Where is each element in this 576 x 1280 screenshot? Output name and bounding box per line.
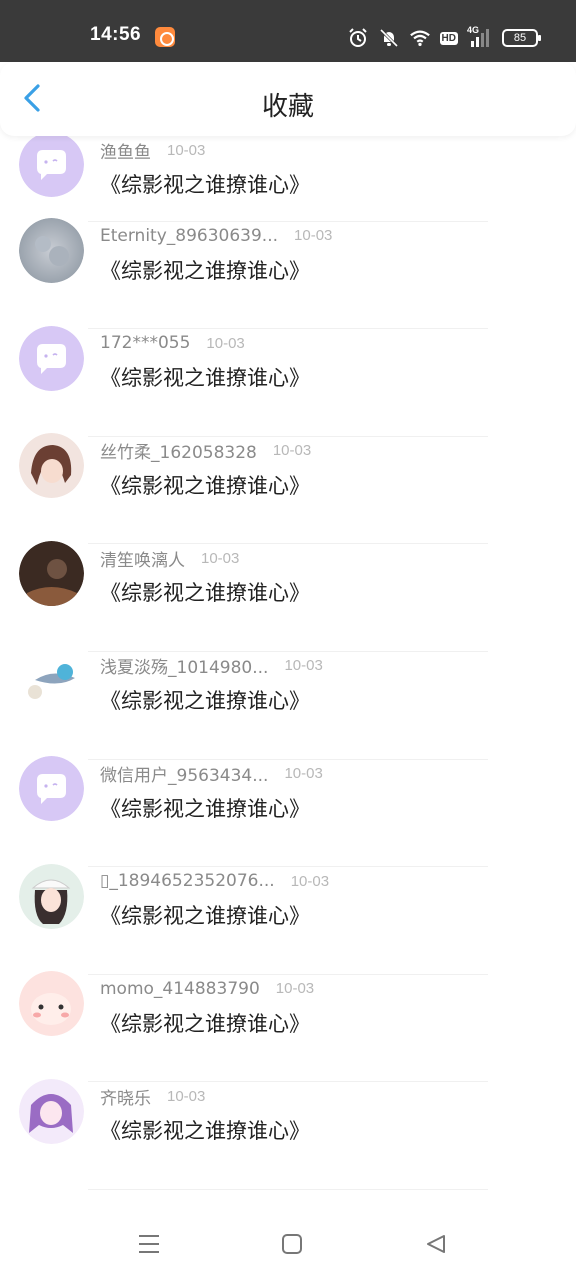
- user-avatar[interactable]: [19, 648, 84, 714]
- network-type-label: 4G: [467, 25, 480, 35]
- row-divider: [88, 1188, 488, 1190]
- item-meta: 浅夏淡殇_1014980... 10-03: [100, 653, 323, 679]
- user-avatar[interactable]: [19, 540, 84, 606]
- user-avatar[interactable]: [19, 971, 84, 1037]
- item-meta: 172***055 10-03: [100, 330, 245, 356]
- signal-4g-icon: 4G: [467, 25, 493, 49]
- username[interactable]: ▯_1894652352076...: [100, 871, 275, 891]
- favorite-list-item[interactable]: 丝竹柔_162058328 10-03 《综影视之谁撩谁心》: [0, 433, 576, 545]
- username[interactable]: 渔鱼鱼: [100, 138, 151, 163]
- item-meta: momo_414883790 10-03: [100, 976, 314, 1002]
- favorite-list-item[interactable]: 清笙唤漓人 10-03 《综影视之谁撩谁心》: [0, 540, 576, 652]
- favorite-title[interactable]: 《综影视之谁撩谁心》: [100, 900, 310, 930]
- user-avatar[interactable]: [19, 1078, 84, 1144]
- favorite-list-item[interactable]: 浅夏淡殇_1014980... 10-03 《综影视之谁撩谁心》: [0, 648, 576, 760]
- favorite-list-item[interactable]: Eternity_89630639... 10-03 《综影视之谁撩谁心》: [0, 218, 576, 330]
- user-avatar[interactable]: [19, 433, 84, 499]
- item-date: 10-03: [275, 980, 315, 998]
- item-meta: Eternity_89630639... 10-03: [100, 223, 332, 249]
- item-date: 10-03: [272, 442, 312, 460]
- item-meta: ▯_1894652352076... 10-03: [100, 868, 329, 894]
- item-date: 10-03: [167, 141, 206, 159]
- item-date: 10-03: [290, 872, 330, 890]
- default-chat-avatar-icon[interactable]: [19, 136, 84, 197]
- home-button[interactable]: [276, 1228, 308, 1260]
- item-date: 10-03: [284, 765, 323, 783]
- favorite-list-item[interactable]: momo_414883790 10-03 《综影视之谁撩谁心》: [0, 971, 576, 1083]
- favorite-title[interactable]: 《综影视之谁撩谁心》: [100, 793, 310, 823]
- app-notification-icon: [155, 27, 175, 47]
- favorite-title[interactable]: 《综影视之谁撩谁心》: [100, 362, 310, 392]
- back-triangle-icon: [427, 1235, 445, 1253]
- item-meta: 清笙唤漓人 10-03: [100, 545, 239, 571]
- favorite-title[interactable]: 《综影视之谁撩谁心》: [100, 470, 310, 500]
- favorite-list-item[interactable]: 172***055 10-03 《综影视之谁撩谁心》: [0, 325, 576, 437]
- favorite-title[interactable]: 《综影视之谁撩谁心》: [100, 255, 310, 285]
- favorite-title[interactable]: 《综影视之谁撩谁心》: [100, 577, 310, 607]
- system-nav-bar: [0, 1208, 576, 1280]
- status-icons: HD 4G 85: [347, 25, 541, 50]
- favorite-list-item[interactable]: 齐晓乐 10-03 《综影视之谁撩谁心》: [0, 1078, 576, 1190]
- item-date: 10-03: [284, 657, 323, 675]
- back-nav-button[interactable]: [420, 1228, 452, 1260]
- username[interactable]: momo_414883790: [100, 979, 260, 999]
- item-meta: 齐晓乐 10-03: [100, 1083, 205, 1109]
- item-meta: 丝竹柔_162058328 10-03: [100, 438, 311, 464]
- mute-bell-icon: [378, 27, 400, 49]
- user-avatar[interactable]: [19, 218, 84, 283]
- item-date: 10-03: [206, 334, 245, 352]
- wifi-icon: [409, 27, 431, 49]
- hd-icon: HD: [439, 31, 458, 45]
- username[interactable]: 齐晓乐: [100, 1084, 151, 1109]
- favorite-list-item[interactable]: ▯_1894652352076... 10-03 《综影视之谁撩谁心》: [0, 863, 576, 975]
- menu-icon: [139, 1235, 159, 1253]
- item-date: 10-03: [294, 227, 333, 245]
- alarm-icon: [347, 27, 369, 49]
- user-avatar[interactable]: [19, 863, 84, 929]
- username[interactable]: 浅夏淡殇_1014980...: [100, 653, 268, 678]
- status-time: 14:56: [90, 24, 142, 45]
- favorite-list-item[interactable]: 渔鱼鱼 10-03 《综影视之谁撩谁心》: [0, 136, 576, 222]
- home-square-icon: [282, 1234, 302, 1254]
- username[interactable]: 微信用户_9563434...: [100, 761, 268, 786]
- default-chat-avatar-icon[interactable]: [19, 325, 84, 391]
- menu-button[interactable]: [133, 1228, 165, 1260]
- default-chat-avatar-icon[interactable]: [19, 755, 84, 821]
- username[interactable]: Eternity_89630639...: [100, 226, 278, 246]
- username[interactable]: 清笙唤漓人: [100, 546, 185, 571]
- username[interactable]: 丝竹柔_162058328: [100, 438, 257, 463]
- page-title: 收藏: [261, 92, 314, 122]
- item-meta: 微信用户_9563434... 10-03: [100, 761, 323, 787]
- battery-icon: 85: [502, 29, 541, 47]
- favorite-title[interactable]: 《综影视之谁撩谁心》: [100, 169, 310, 199]
- favorite-title[interactable]: 《综影视之谁撩谁心》: [100, 1008, 310, 1038]
- favorites-list[interactable]: 渔鱼鱼 10-03 《综影视之谁撩谁心》 Eternity_89630639... 10…: [0, 136, 576, 1208]
- status-bar: 14:56 HD 4G 85: [0, 0, 576, 62]
- item-meta: 渔鱼鱼 10-03: [100, 137, 205, 163]
- favorite-list-item[interactable]: 微信用户_9563434... 10-03 《综影视之谁撩谁心》: [0, 755, 576, 868]
- app-header: 收藏: [0, 62, 576, 136]
- favorite-title[interactable]: 《综影视之谁撩谁心》: [100, 1115, 310, 1145]
- username[interactable]: 172***055: [100, 333, 190, 353]
- item-date: 10-03: [167, 1087, 206, 1105]
- favorite-title[interactable]: 《综影视之谁撩谁心》: [100, 685, 310, 715]
- item-date: 10-03: [201, 549, 240, 567]
